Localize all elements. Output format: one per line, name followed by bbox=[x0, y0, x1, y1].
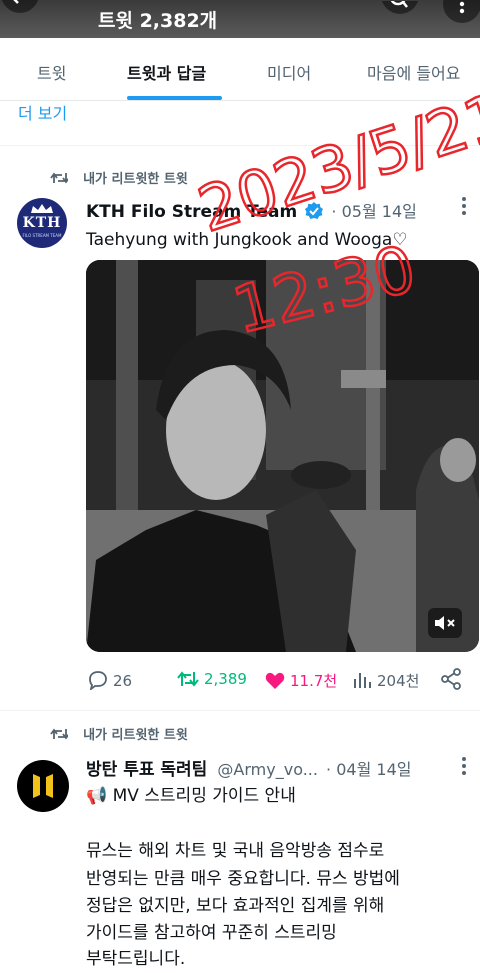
retweet-indicator: 내가 리트윗한 트윗 bbox=[50, 724, 188, 743]
tab-tweets-and-replies[interactable]: 트윗과 답글 bbox=[127, 60, 206, 84]
avatar[interactable] bbox=[17, 760, 69, 812]
search-button[interactable] bbox=[380, 0, 420, 14]
mute-button[interactable] bbox=[428, 608, 462, 638]
back-button[interactable] bbox=[0, 0, 40, 14]
views-button[interactable]: 204천 bbox=[352, 670, 419, 692]
tab-tweets[interactable]: 트윗 bbox=[37, 60, 66, 84]
retweet-button[interactable]: 2,389 bbox=[177, 670, 247, 692]
avatar[interactable]: KTH FILO STREAM TEAM bbox=[17, 198, 67, 248]
views-chart-icon bbox=[354, 673, 371, 688]
reply-icon bbox=[89, 671, 107, 692]
tweet-text-line: 정답은 없지만, 보다 효과적인 집계를 위해 bbox=[86, 896, 385, 916]
active-tab-indicator bbox=[127, 96, 222, 100]
verified-badge-icon bbox=[305, 202, 324, 219]
share-button[interactable] bbox=[440, 668, 462, 694]
heart-filled-icon bbox=[265, 672, 285, 689]
tweet-text-line: 가이드를 참고하여 꾸준히 스트리밍 bbox=[86, 923, 337, 943]
back-arrow-icon bbox=[1, 0, 39, 13]
tweet-text: Taehyung with Jungkook and Wooga♡ bbox=[86, 230, 408, 250]
more-options-button[interactable] bbox=[440, 0, 480, 28]
video-thumbnail bbox=[86, 260, 479, 652]
tab-media[interactable]: 미디어 bbox=[267, 60, 311, 84]
tweet-date[interactable]: · 05월 14일 bbox=[331, 202, 416, 221]
retweet-icon bbox=[177, 671, 199, 687]
tweet-header: 방탄 투표 독려팀 @Army_vo... · 04월 14일 bbox=[86, 755, 411, 780]
view-count: 204천 bbox=[377, 672, 420, 690]
retweet-label: 내가 리트윗한 트윗 bbox=[83, 728, 188, 743]
crown-icon bbox=[31, 204, 53, 213]
like-button[interactable]: 11.7천 bbox=[265, 670, 337, 692]
tweet-text-line: 뮤스는 해외 차트 및 국내 음악방송 점수로 bbox=[86, 841, 385, 861]
tweet-text-line: 📢 MV 스트리밍 가이드 안내 bbox=[86, 786, 296, 806]
author-name[interactable]: 방탄 투표 독려팀 bbox=[86, 760, 207, 780]
tweet-more-button[interactable] bbox=[460, 196, 468, 220]
tweet-count: 트윗 2,382개 bbox=[98, 10, 218, 32]
show-more-link[interactable]: 더 보기 bbox=[18, 100, 67, 124]
tab-likes[interactable]: 마음에 들어요 bbox=[367, 60, 460, 84]
author-handle[interactable]: @Army_vo... bbox=[217, 760, 318, 779]
divider bbox=[0, 710, 480, 711]
retweet-count: 2,389 bbox=[204, 670, 247, 688]
avatar-logo-text: KTH bbox=[22, 215, 62, 231]
tweet-date[interactable]: · 04월 14일 bbox=[326, 760, 411, 779]
retweet-icon bbox=[50, 728, 70, 740]
author-name[interactable]: KTH Filo Stream Team bbox=[86, 202, 297, 222]
tweet-text-line: 반영되는 만큼 매우 중요합니다. 뮤스 방법에 bbox=[86, 869, 400, 889]
tweet-more-button[interactable] bbox=[460, 756, 468, 780]
tweet-media-video[interactable] bbox=[86, 260, 479, 652]
reply-count: 26 bbox=[113, 672, 133, 690]
avatar-logo-subtext: FILO STREAM TEAM bbox=[22, 233, 62, 238]
more-vertical-icon bbox=[443, 0, 480, 23]
reply-button[interactable]: 26 bbox=[88, 670, 132, 692]
more-vertical-icon bbox=[462, 757, 466, 775]
retweet-icon bbox=[50, 172, 70, 184]
divider bbox=[0, 145, 480, 146]
muted-speaker-icon bbox=[435, 616, 455, 630]
profile-tabs: 트윗 트윗과 답글 미디어 마음에 들어요 bbox=[0, 38, 480, 101]
tweet-header: KTH Filo Stream Team · 05월 14일 bbox=[86, 198, 417, 222]
search-icon bbox=[381, 0, 419, 14]
bts-logo-icon bbox=[33, 774, 53, 798]
share-icon bbox=[441, 668, 461, 690]
retweet-label: 내가 리트윗한 트윗 bbox=[83, 172, 188, 187]
more-vertical-icon bbox=[462, 197, 466, 215]
like-count: 11.7천 bbox=[290, 672, 338, 690]
retweet-indicator: 내가 리트윗한 트윗 bbox=[50, 168, 188, 187]
